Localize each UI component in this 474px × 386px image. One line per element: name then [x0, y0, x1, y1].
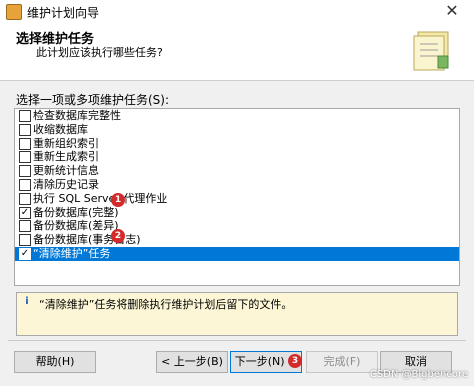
description-text: “清除维护”任务将删除执行维护计划后留下的文件。 [39, 298, 293, 311]
task-item[interactable]: ✓ 备份数据库(完整) [15, 206, 459, 220]
task-label: “清除维护”任务 [33, 246, 111, 260]
checkbox[interactable] [19, 234, 31, 247]
app-icon [6, 4, 22, 20]
task-label: 清除历史记录 [33, 177, 99, 191]
task-item[interactable]: 重新组织索引 [15, 137, 459, 151]
annotation-badge-1: 1 [111, 193, 125, 207]
wizard-header: 选择维护任务 此计划应该执行哪些任务? [0, 22, 474, 81]
task-item[interactable]: 备份数据库(事务日志) [15, 233, 459, 247]
task-label: 备份数据库(完整) [33, 205, 119, 219]
checkbox[interactable] [19, 192, 31, 205]
task-item[interactable]: 执行 SQL Server 代理作业 [15, 192, 459, 206]
info-icon: i [25, 296, 29, 307]
page-subtitle: 此计划应该执行哪些任务? [36, 46, 163, 59]
task-label: 检查数据库完整性 [33, 109, 121, 122]
checkbox[interactable] [19, 151, 31, 164]
checkbox[interactable] [19, 165, 31, 178]
watermark: CSDN @Bigbencore [369, 369, 468, 380]
checkbox[interactable] [19, 110, 31, 122]
task-item[interactable]: ✓ “清除维护”任务 [15, 246, 459, 261]
task-list[interactable]: 检查数据库完整性 收缩数据库 重新组织索引 重新生成索引 更新统计信息 清除历史记录 执行 … [14, 108, 460, 286]
task-label: 更新统计信息 [33, 164, 99, 178]
window-title: 维护计划向导 [27, 6, 100, 20]
task-list-label: 选择一项或多项维护任务(S): [16, 93, 170, 107]
task-label: 执行 SQL Server 代理作业 [33, 191, 168, 205]
checkbox[interactable] [19, 137, 31, 150]
task-item[interactable]: 检查数据库完整性 [15, 109, 459, 123]
close-icon[interactable]: ✕ [430, 0, 474, 22]
task-item[interactable]: 收缩数据库 [15, 123, 459, 137]
task-label: 重新组织索引 [33, 136, 99, 150]
back-button[interactable]: < 上一步(B) [156, 351, 228, 373]
wizard-graphic-icon [413, 31, 449, 71]
task-item[interactable]: 重新生成索引 [15, 150, 459, 164]
title-bar: 维护计划向导 ✕ [0, 0, 474, 23]
description-box: i “清除维护”任务将删除执行维护计划后留下的文件。 [16, 292, 458, 336]
task-label: 收缩数据库 [33, 122, 88, 136]
annotation-badge-2: 2 [111, 229, 125, 243]
annotation-badge-3: 3 [288, 354, 302, 368]
checkbox[interactable] [19, 178, 31, 191]
checkbox[interactable] [19, 123, 31, 136]
help-button[interactable]: 帮助(H) [14, 351, 96, 373]
checkbox[interactable] [19, 220, 31, 233]
checkbox-checked[interactable]: ✓ [19, 206, 31, 219]
task-label: 备份数据库(差异) [33, 219, 119, 233]
finish-button[interactable]: 完成(F) [306, 351, 378, 373]
task-item[interactable]: 清除历史记录 [15, 178, 459, 192]
checkbox-checked[interactable]: ✓ [19, 247, 31, 260]
task-item[interactable]: 备份数据库(差异) [15, 219, 459, 233]
separator [8, 340, 466, 341]
task-label: 重新生成索引 [33, 150, 99, 164]
task-item[interactable]: 更新统计信息 [15, 164, 459, 178]
